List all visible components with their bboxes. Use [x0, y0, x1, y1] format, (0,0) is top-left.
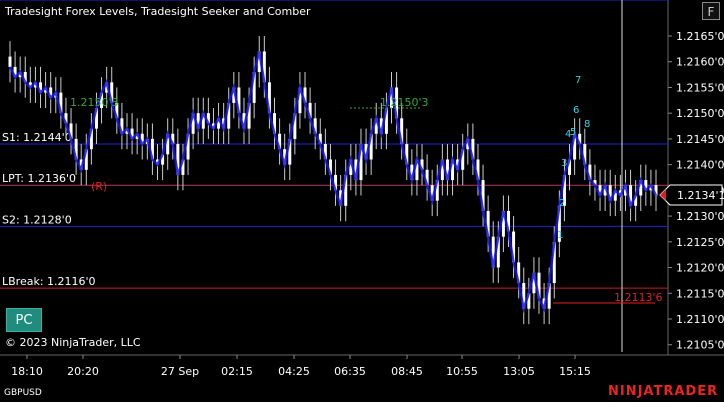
y-tick-label: 1.2155'0	[676, 81, 724, 94]
y-tick-label: 1.2130'0	[676, 210, 724, 223]
brand-logo: NINJATRADER	[608, 384, 719, 399]
x-tick-label: 08:45	[391, 365, 423, 378]
x-tick-label: 13:05	[503, 365, 535, 378]
seeker-count-label: 3	[561, 158, 567, 169]
x-tick-label: 27 Sep	[161, 365, 199, 378]
symbol-label: GBPUSD	[4, 388, 42, 398]
seeker-count-label: 6	[573, 105, 579, 116]
y-tick-label: 1.2110'0	[676, 313, 724, 326]
seeker-count-label: 5	[570, 127, 576, 138]
level-label-s2: S2: 1.2128'0	[2, 213, 72, 226]
seeker-count-label: 1	[557, 230, 563, 241]
seeker-count-label: 8	[584, 119, 590, 130]
annotation-label: 1.2150'3	[70, 96, 119, 109]
x-tick-label: 06:35	[334, 365, 366, 378]
x-tick-label: 18:10	[11, 365, 43, 378]
annotation-label: (R)	[91, 180, 107, 193]
annotation-label: 1.2113'6	[614, 291, 663, 304]
y-tick-label: 1.2105'0	[676, 339, 724, 352]
copyright-text: © 2023 NinjaTrader, LLC	[5, 336, 141, 349]
f-button[interactable]: F	[702, 2, 720, 20]
y-tick-label: 1.2165'0	[676, 30, 724, 43]
pc-button[interactable]: PC	[6, 308, 42, 332]
y-tick-label: 1.2115'0	[676, 287, 724, 300]
seeker-count-label: 7	[575, 75, 581, 86]
x-tick-label: 02:15	[221, 365, 253, 378]
y-tick-label: 1.2140'0	[676, 159, 724, 172]
chart-title: Tradesight Forex Levels, Tradesight Seek…	[5, 5, 311, 18]
candle-body	[8, 56, 12, 67]
y-tick-label: 1.2160'0	[676, 56, 724, 69]
annotation-label: 1.2150'3	[380, 96, 429, 109]
level-label-lbreak: LBreak: 1.2116'0	[2, 275, 96, 288]
x-tick-label: 15:15	[559, 365, 591, 378]
current-price-arrow	[660, 188, 666, 201]
y-tick-label: 1.2145'0	[676, 133, 724, 146]
y-tick-label: 1.2125'0	[676, 236, 724, 249]
level-label-lpt: LPT: 1.2136'0	[2, 172, 76, 185]
x-tick-label: 10:55	[446, 365, 478, 378]
y-tick-label: 1.2120'0	[676, 262, 724, 275]
level-label-s1: S1: 1.2144'0	[2, 131, 72, 144]
y-tick-label: 1.2150'0	[676, 107, 724, 120]
seeker-count-label: 2	[559, 198, 565, 209]
x-tick-label: 04:25	[278, 365, 310, 378]
current-price-label: 1.2134'1	[677, 189, 724, 202]
x-tick-label: 20:20	[67, 365, 99, 378]
